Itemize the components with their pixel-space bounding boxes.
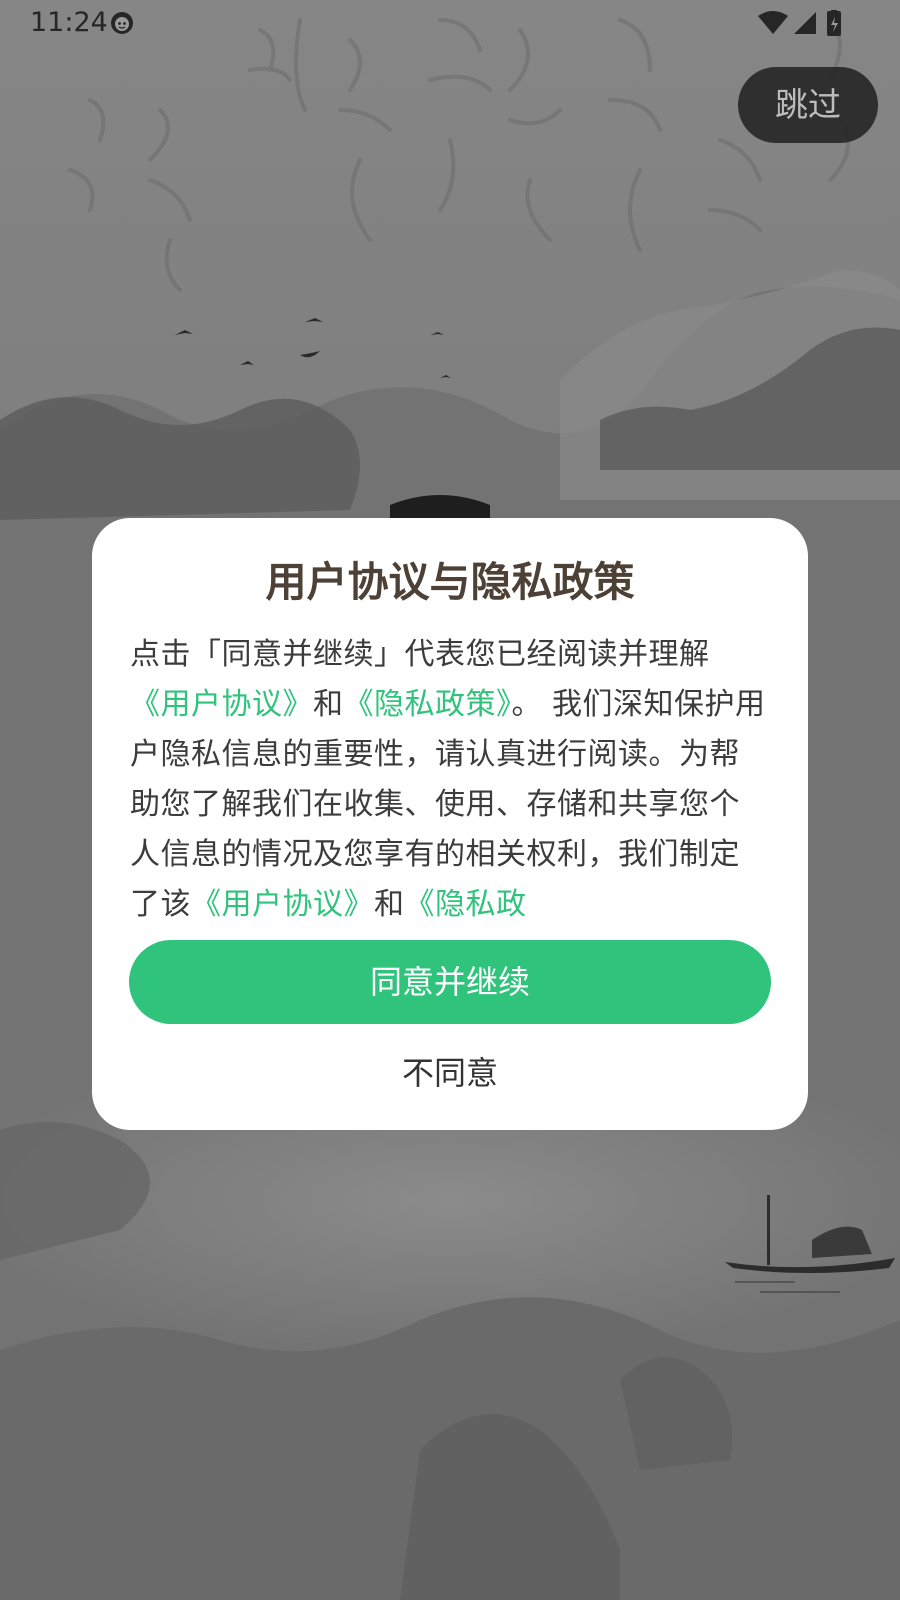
status-icons — [758, 10, 841, 36]
privacy-policy-link-2[interactable]: 《隐私政 — [405, 887, 527, 922]
user-agreement-link[interactable]: 《用户协议》 — [130, 687, 313, 722]
body-and-2: 和 — [374, 887, 405, 922]
skip-button[interactable]: 跳过 — [738, 67, 878, 143]
privacy-policy-link[interactable]: 《隐私政策》 — [344, 687, 512, 722]
cat-face-icon — [111, 12, 133, 34]
cellular-signal-icon — [794, 12, 816, 34]
disagree-button[interactable]: 不同意 — [350, 1048, 550, 1098]
dialog-body-text: 点击「同意并继续」代表您已经阅读并理解《用户协议》和《隐私政策》。 我们深知保护… — [130, 630, 770, 930]
wifi-icon — [758, 11, 788, 34]
body-intro: 点击「同意并继续」代表您已经阅读并理解 — [130, 637, 710, 672]
user-agreement-link-2[interactable]: 《用户协议》 — [191, 887, 374, 922]
privacy-dialog: 用户协议与隐私政策 点击「同意并继续」代表您已经阅读并理解《用户协议》和《隐私政… — [92, 518, 808, 1130]
dialog-title: 用户协议与隐私政策 — [265, 558, 635, 606]
splash-screen: 11:24 跳过 用户协议与隐私政策 点击「同意并继续」代表您已经阅读并理解《用… — [0, 0, 900, 1600]
body-and-1: 和 — [313, 687, 344, 722]
status-time: 11:24 — [30, 7, 108, 38]
status-bar: 11:24 — [0, 0, 900, 46]
battery-charging-icon — [827, 10, 841, 36]
agree-and-continue-button[interactable]: 同意并继续 — [129, 940, 771, 1024]
